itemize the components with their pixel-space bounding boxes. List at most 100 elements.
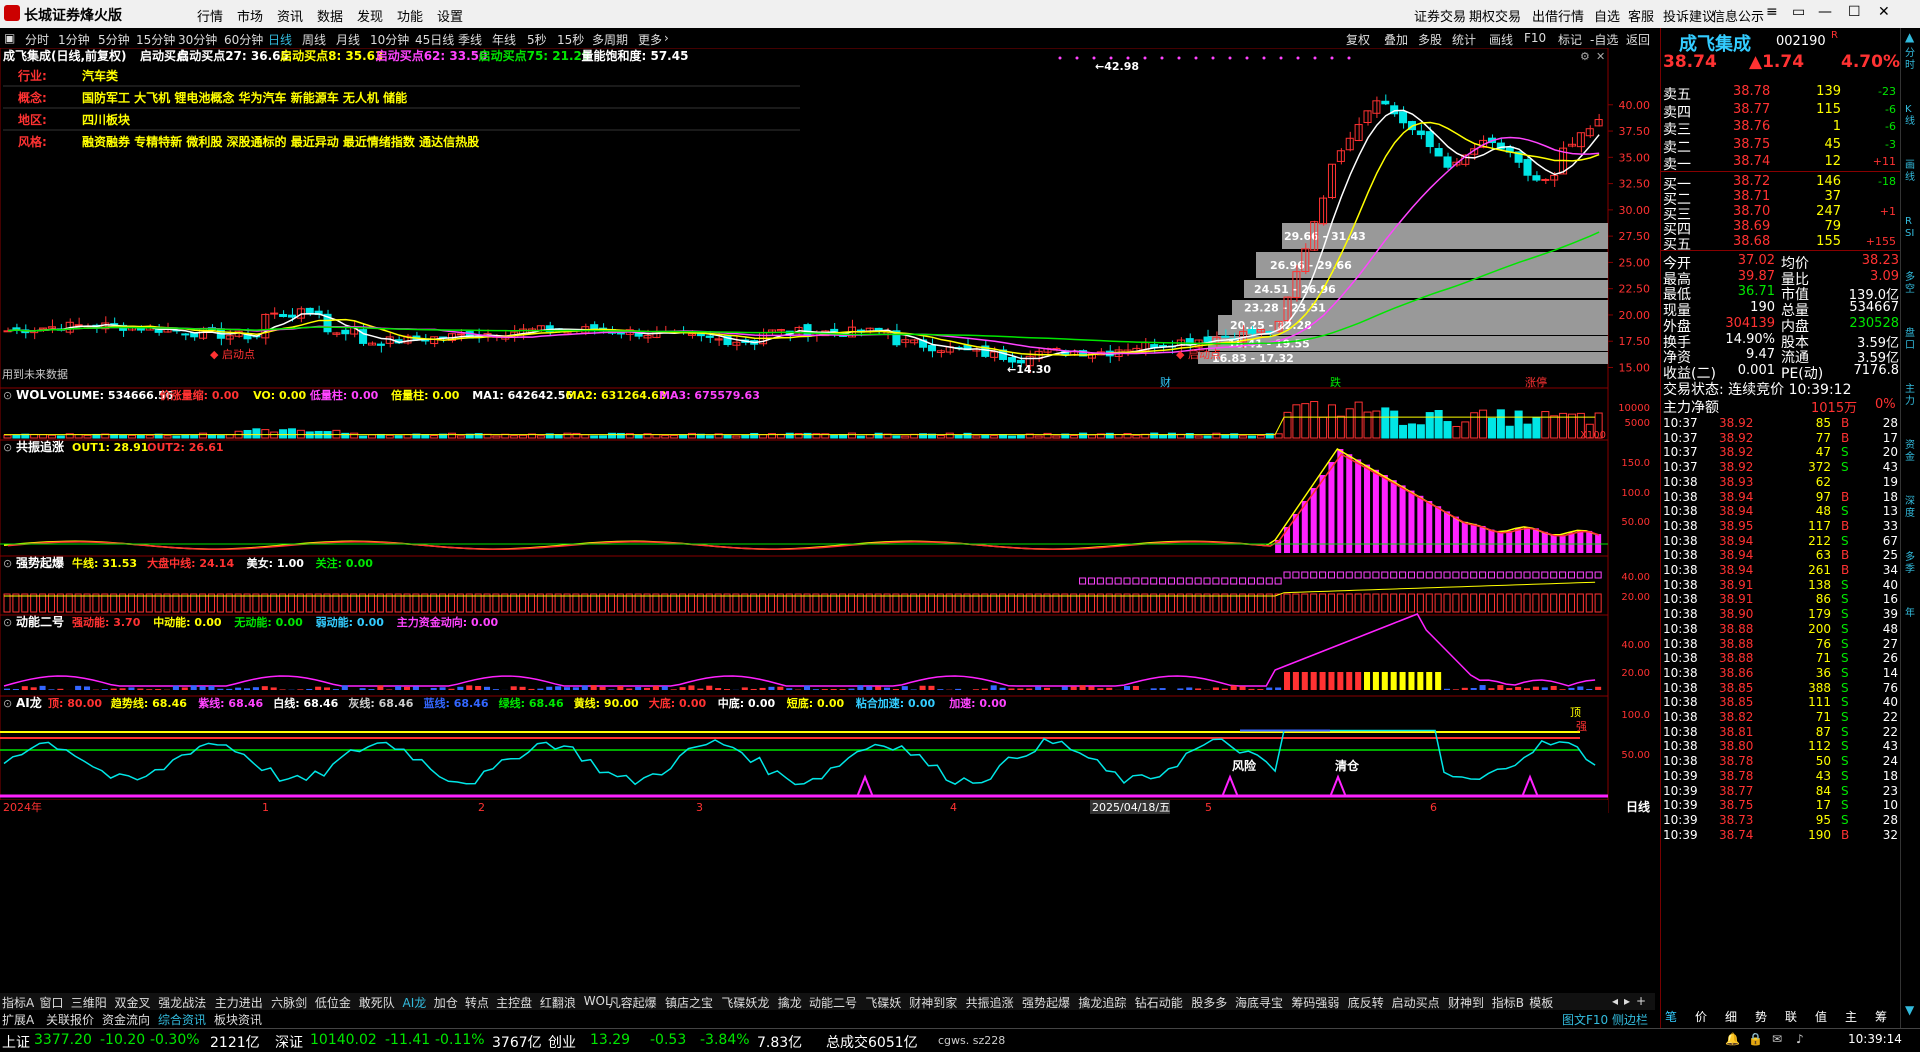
indicator-tab[interactable]: 动能二号 (809, 994, 857, 1011)
tool-button[interactable]: -自选 (1590, 31, 1618, 48)
sidebar-tab[interactable]: 侧边栏 (1612, 1011, 1648, 1028)
tool-button[interactable]: 画线 (1489, 31, 1513, 48)
indicator-tab[interactable]: 飞碟妖龙 (721, 994, 769, 1011)
side-tab[interactable]: 深度 (1905, 496, 1917, 520)
tool-button[interactable]: 统计 (1452, 31, 1476, 48)
period-tab[interactable]: 60分钟 (224, 31, 263, 48)
indicator-tab[interactable]: WOL (584, 994, 612, 1008)
menu-item[interactable]: 资讯 (277, 6, 303, 25)
menu-item[interactable]: 数据 (317, 6, 343, 25)
period-tab[interactable]: 5秒 (527, 31, 547, 48)
quote-tab[interactable]: 联 (1785, 1008, 1797, 1025)
cy-label[interactable]: 创业 (548, 1032, 576, 1052)
indicator-tab[interactable]: 股多多 (1191, 994, 1227, 1011)
side-tab[interactable]: K线 (1905, 104, 1917, 128)
kline-chart[interactable]: 成飞集成(日线,前复权)启动买点启动买点27: 36.65启动买点8: 35.6… (0, 48, 1655, 978)
side-tab[interactable]: RSI (1905, 216, 1917, 240)
extension-tab[interactable]: 关联报价 (46, 1011, 94, 1028)
restore-icon[interactable]: ▭ (1792, 4, 1805, 20)
indicator-tab[interactable]: 指标B (1492, 994, 1524, 1011)
indicator-tab[interactable]: 强势起爆 (1022, 994, 1070, 1011)
indicator-tab[interactable]: 擒龙追踪 (1078, 994, 1126, 1011)
right-menu-item[interactable]: 证券交易 (1414, 6, 1466, 25)
right-menu-item[interactable]: 投诉建议 (1663, 6, 1715, 25)
period-tab[interactable]: 更多 (638, 31, 662, 48)
indicator-tab[interactable]: 筹码强弱 (1291, 994, 1339, 1011)
side-tab[interactable]: 分时 (1905, 48, 1917, 72)
period-tab[interactable]: 1分钟 (58, 31, 90, 48)
quote-tab[interactable]: 筹 (1875, 1008, 1887, 1025)
indicator-tab[interactable]: 三维阳 (71, 994, 107, 1011)
tool-button[interactable]: 标记 (1558, 31, 1582, 48)
message-icon[interactable]: ✉ (1772, 1032, 1782, 1046)
period-tab[interactable]: 季线 (458, 31, 482, 48)
indicator-tab[interactable]: 镇店之宝 (665, 994, 713, 1011)
right-menu-item[interactable]: 期权交易 (1469, 6, 1521, 25)
period-tab[interactable]: 10分钟 (370, 31, 409, 48)
indicator-tab[interactable]: 转点 (465, 994, 489, 1011)
indicator-tab[interactable]: 主控盘 (496, 994, 532, 1011)
indicator-tab[interactable]: 指标A (2, 994, 34, 1011)
period-tab[interactable]: 5分钟 (98, 31, 130, 48)
quote-tab[interactable]: 势 (1755, 1008, 1767, 1025)
side-tab[interactable]: 主力 (1905, 384, 1917, 408)
period-tab[interactable]: 月线 (336, 31, 360, 48)
tool-button[interactable]: 多股 (1418, 31, 1442, 48)
indicator-tab[interactable]: 窗口 (40, 994, 64, 1011)
indicator-tab[interactable]: 双金叉 (115, 994, 151, 1011)
chart-mode-icon[interactable]: ▣ (4, 31, 15, 45)
tab-scroll-left-icon[interactable]: ◂ (1612, 994, 1618, 1008)
minimize-icon[interactable]: — (1818, 4, 1832, 20)
menu-icon[interactable]: ≡ (1766, 4, 1778, 20)
period-tab[interactable]: 多周期 (592, 31, 628, 48)
indicator-tab[interactable]: 钻石动能 (1135, 994, 1183, 1011)
more-chevron-icon[interactable]: › (664, 31, 669, 45)
maximize-icon[interactable]: ☐ (1848, 4, 1861, 20)
chart-canvas[interactable]: 成飞集成(日线,前复权)启动买点启动买点27: 36.65启动买点8: 35.6… (0, 48, 1655, 978)
extension-tab[interactable]: 综合资讯 (158, 1011, 206, 1028)
period-tab[interactable]: 45日线 (415, 31, 454, 48)
tool-button[interactable]: 复权 (1346, 31, 1370, 48)
side-tab[interactable]: 年 (1905, 608, 1917, 620)
indicator-tab[interactable]: 飞碟妖 (865, 994, 901, 1011)
indicator-tab[interactable]: 擒龙 (778, 994, 802, 1011)
indicator-tab[interactable]: 凡容起爆 (609, 994, 657, 1011)
scroll-up-icon[interactable]: ▲ (1905, 30, 1914, 44)
side-tab[interactable]: 资金 (1905, 440, 1917, 464)
indicator-tab[interactable]: 模板 (1529, 994, 1553, 1011)
extension-tab[interactable]: 资金流向 (102, 1011, 150, 1028)
menu-item[interactable]: 设置 (437, 6, 463, 25)
extension-tab[interactable]: 扩展A (2, 1011, 34, 1028)
quote-tab[interactable]: 主 (1845, 1008, 1857, 1025)
side-tab[interactable]: 多季 (1905, 552, 1917, 576)
indicator-tab[interactable]: 财神到 (1448, 994, 1484, 1011)
f10-tab[interactable]: 图文F10 (1562, 1011, 1608, 1028)
tool-button[interactable]: 返回 (1626, 31, 1650, 48)
indicator-tab[interactable]: 六脉剑 (271, 994, 307, 1011)
indicator-tab[interactable]: 敢死队 (359, 994, 395, 1011)
quote-tab[interactable]: 笔 (1665, 1008, 1677, 1025)
right-menu-item[interactable]: 客服 (1628, 6, 1654, 25)
period-tab[interactable]: 分时 (25, 31, 49, 48)
indicator-tab[interactable]: 财神到家 (909, 994, 957, 1011)
sz-label[interactable]: 深证 (275, 1032, 303, 1052)
menu-item[interactable]: 功能 (397, 6, 423, 25)
extension-tab[interactable]: 板块资讯 (214, 1011, 262, 1028)
period-tab[interactable]: 年线 (492, 31, 516, 48)
side-tab[interactable]: 多空 (1905, 272, 1917, 296)
period-tab[interactable]: 日线 (268, 31, 292, 48)
indicator-tab[interactable]: 启动买点 (1392, 994, 1440, 1011)
tab-scroll-right-icon[interactable]: ▸ (1624, 994, 1630, 1008)
right-menu-item[interactable]: 出借行情 (1532, 6, 1584, 25)
quote-tab[interactable]: 细 (1725, 1008, 1737, 1025)
period-tab[interactable]: 15分钟 (136, 31, 175, 48)
period-tab[interactable]: 15秒 (557, 31, 584, 48)
menu-item[interactable]: 发现 (357, 6, 383, 25)
indicator-tab[interactable]: 低位金 (315, 994, 351, 1011)
side-tab[interactable]: 画线 (1905, 160, 1917, 184)
indicator-tab[interactable]: AI龙 (403, 994, 427, 1011)
right-menu-item[interactable]: 自选 (1594, 6, 1620, 25)
tool-button[interactable]: 叠加 (1384, 31, 1408, 48)
scroll-down-icon[interactable]: ▼ (1905, 1003, 1914, 1017)
indicator-tab[interactable]: 主力进出 (215, 994, 263, 1011)
